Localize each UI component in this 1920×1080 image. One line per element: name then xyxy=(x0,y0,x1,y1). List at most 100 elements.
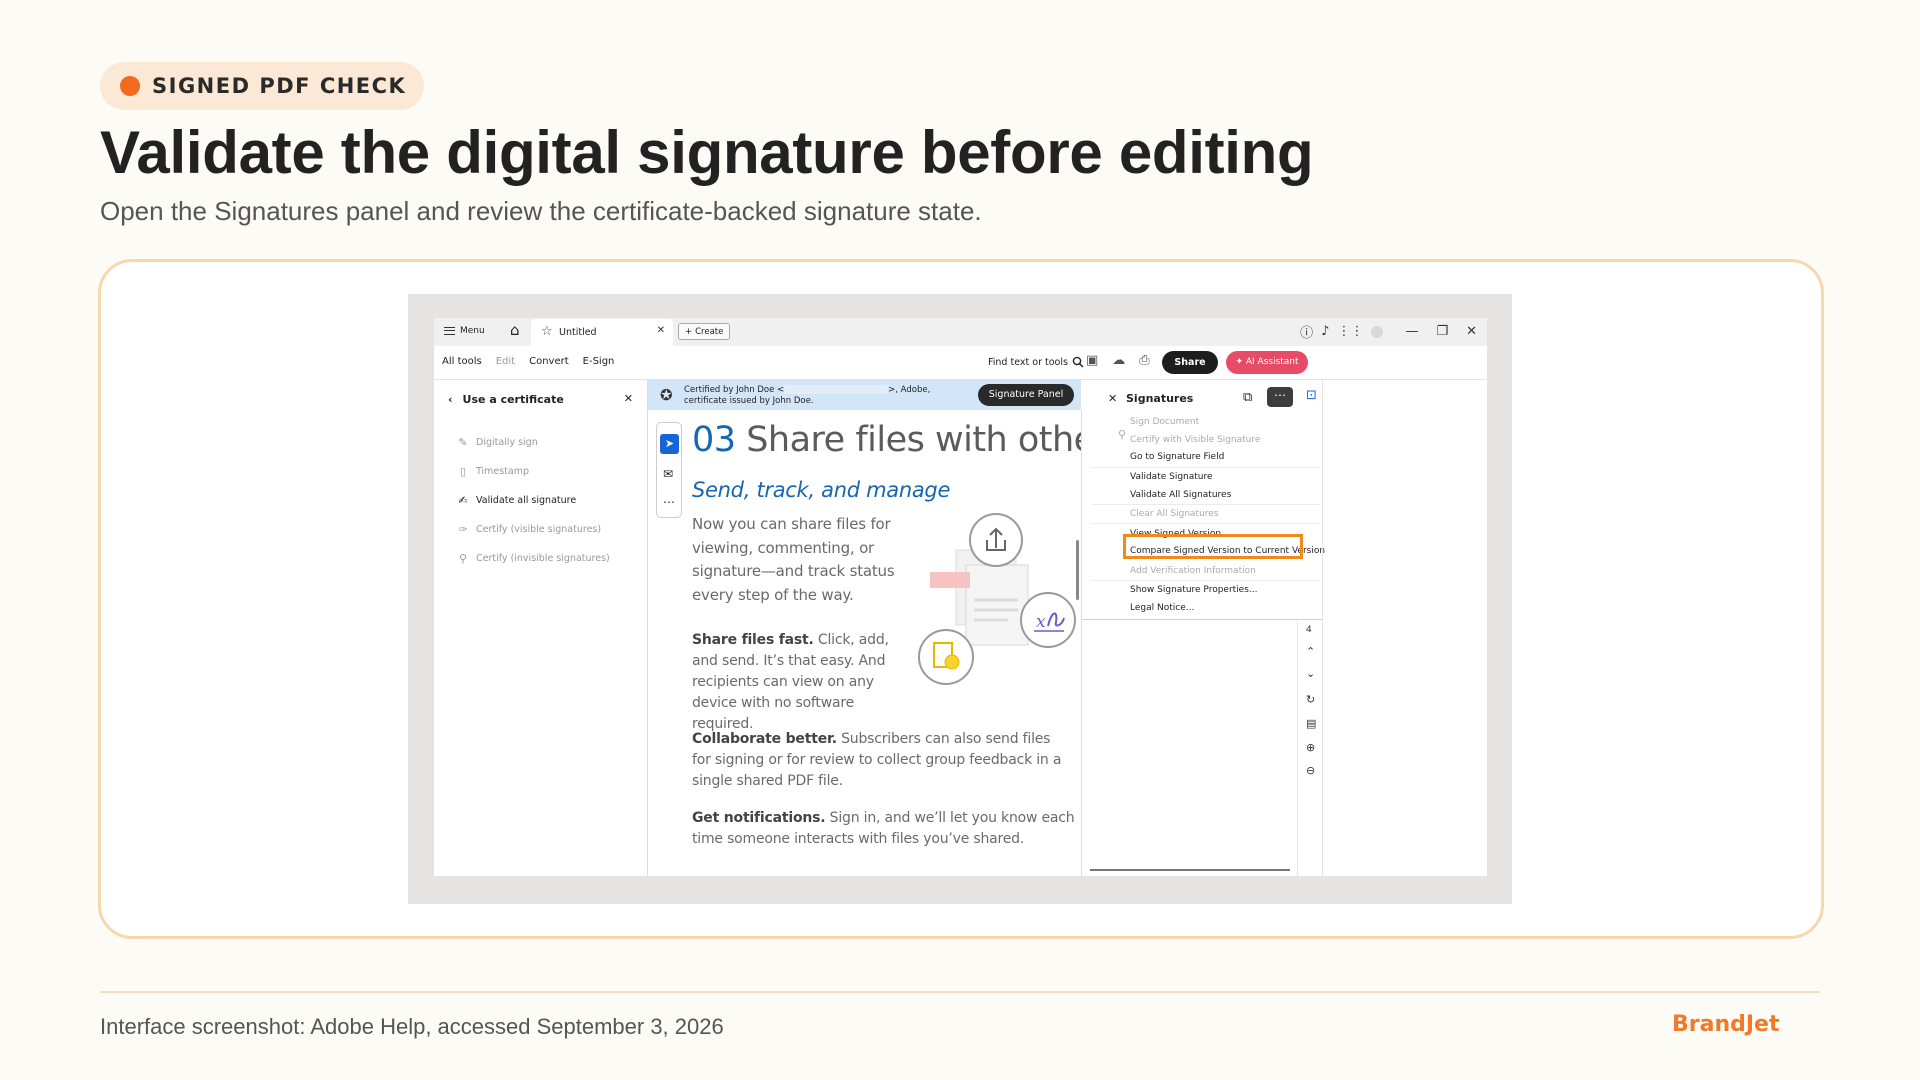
menu-all-tools[interactable]: All tools xyxy=(442,356,482,367)
signatures-title: Signatures xyxy=(1126,392,1194,405)
certification-text: Certified by John Doe < >, Adobe, certifi… xyxy=(684,385,931,406)
signatures-scrollbar[interactable] xyxy=(1090,869,1290,871)
home-icon[interactable]: ⌂ xyxy=(510,323,520,338)
pen-icon: ✎ xyxy=(458,436,468,449)
menu-edit[interactable]: Edit xyxy=(496,356,515,367)
chevron-down-icon[interactable]: ⌄ xyxy=(1306,667,1315,680)
search-icon xyxy=(1072,356,1084,368)
signatures-close-icon[interactable]: ✕ xyxy=(1108,392,1117,405)
more-options-button[interactable]: ⋯ xyxy=(1267,387,1293,407)
tool-timestamp[interactable]: ▯ Timestamp xyxy=(456,457,610,486)
menu-item-certify-visible[interactable]: Certify with Visible Signature xyxy=(1130,435,1260,445)
create-button[interactable]: + Create xyxy=(678,323,731,340)
menu-divider xyxy=(1092,580,1320,581)
window-close-icon[interactable]: ✕ xyxy=(1466,324,1477,339)
zoom-out-icon[interactable]: ⊖ xyxy=(1306,764,1315,777)
menu-esign[interactable]: E-Sign xyxy=(583,356,615,367)
apps-grid-icon[interactable]: ⋮⋮ xyxy=(1337,324,1363,339)
certificate-tools-list: ✎ Digitally sign ▯ Timestamp ✍ Validate … xyxy=(456,428,610,573)
cloud-upload-icon[interactable]: ☁ xyxy=(1112,353,1125,368)
panel-toggle-icon[interactable]: ⊡ xyxy=(1306,388,1317,403)
back-icon[interactable]: ‹ xyxy=(448,393,453,406)
save-icon[interactable]: ▣ xyxy=(1086,353,1098,368)
certificate-ribbon-icon: ✪ xyxy=(660,386,673,404)
rotate-icon[interactable]: ↻ xyxy=(1306,693,1315,706)
tool-digitally-sign[interactable]: ✎ Digitally sign xyxy=(456,428,610,457)
zoom-in-icon[interactable]: ⊕ xyxy=(1306,741,1315,754)
avatar[interactable] xyxy=(1371,325,1384,338)
main-toolbar: All tools Edit Convert E-Sign Find text … xyxy=(434,346,1487,380)
signatures-options-menu: ⚲ Sign Document Certify with Visible Sig… xyxy=(1082,414,1325,620)
comment-icon[interactable]: ✉ xyxy=(663,467,673,481)
validate-icon: ✍ xyxy=(458,494,468,507)
document-scrollbar[interactable] xyxy=(1076,540,1079,600)
signatures-list-area xyxy=(1082,620,1322,876)
minimize-icon[interactable]: — xyxy=(1405,324,1418,339)
menu-item-clear-all[interactable]: Clear All Signatures xyxy=(1130,509,1219,519)
menu-label: Menu xyxy=(460,326,485,336)
menu-item-add-verification[interactable]: Add Verification Information xyxy=(1130,566,1256,576)
certificate-panel: ‹ Use a certificate ✕ ✎ Digitally sign ▯… xyxy=(434,380,648,876)
tool-label: Validate all signature xyxy=(476,495,577,506)
help-icon[interactable]: ⓘ xyxy=(1300,322,1313,341)
tool-certify-visible[interactable]: ✑ Certify (visible signatures) xyxy=(456,515,610,544)
tool-certify-invisible[interactable]: ⚲ Certify (invisible signatures) xyxy=(456,544,610,573)
ribbon-icon: ⚲ xyxy=(458,552,468,565)
tab-bar: Menu ⌂ ☆ Untitled ✕ + Create ⓘ ♪ ⋮⋮ — ❐ … xyxy=(434,318,1487,346)
tool-label: Digitally sign xyxy=(476,437,538,448)
menu-button[interactable]: Menu xyxy=(444,326,485,336)
page-number: 4 xyxy=(1306,625,1312,635)
find-label: Find text or tools xyxy=(988,356,1068,368)
menu-item-signature-properties[interactable]: Show Signature Properties... xyxy=(1130,585,1258,595)
document-intro: Now you can share files for viewing, com… xyxy=(692,515,895,604)
restore-icon[interactable]: ❐ xyxy=(1436,324,1448,339)
share-button[interactable]: Share xyxy=(1162,351,1218,374)
tool-label: Certify (visible signatures) xyxy=(476,524,602,535)
document-subheading: Send, track, and manage xyxy=(692,478,951,502)
menu-convert[interactable]: Convert xyxy=(529,356,569,367)
menu-item-go-to-field[interactable]: Go to Signature Field xyxy=(1130,452,1224,462)
tab-document[interactable]: ☆ Untitled ✕ xyxy=(531,319,673,346)
document-section: Share files fast. Click, add, and send. … xyxy=(692,632,889,732)
more-tools-icon[interactable]: ⋯ xyxy=(663,495,676,509)
signatures-panel: ✕ Signatures ⧉ ⋯ ⊡ ⚲ Sign Document Certi… xyxy=(1082,380,1487,876)
signature-panel-button[interactable]: Signature Panel xyxy=(978,384,1074,406)
menu-item-legal-notice[interactable]: Legal Notice... xyxy=(1130,603,1194,613)
menu-divider xyxy=(1092,523,1320,524)
find-tools-button[interactable]: Find text or tools xyxy=(988,356,1084,368)
section-badge: SIGNED PDF CHECK xyxy=(100,62,425,110)
ai-assistant-label: AI Assistant xyxy=(1245,357,1299,367)
ai-assistant-button[interactable]: ✦ AI Assistant xyxy=(1226,351,1308,374)
tool-label: Timestamp xyxy=(476,466,530,477)
hamburger-icon xyxy=(444,327,455,335)
acrobat-window: Menu ⌂ ☆ Untitled ✕ + Create ⓘ ♪ ⋮⋮ — ❐ … xyxy=(434,318,1487,876)
quick-tools: ➤ ✉ ⋯ xyxy=(656,422,682,518)
page-export-icon[interactable]: ▤ xyxy=(1306,717,1316,730)
menu-item-validate-signature[interactable]: Validate Signature xyxy=(1130,472,1213,482)
document-section: Get notifications. Sign in, and we’ll le… xyxy=(692,810,1075,847)
star-icon[interactable]: ☆ xyxy=(541,324,553,339)
document-heading: 03 Share files with others xyxy=(692,420,1127,460)
source-caption: Interface screenshot: Adobe Help, access… xyxy=(100,1014,724,1039)
print-icon[interactable]: ⎙ xyxy=(1139,353,1149,368)
badge-dot xyxy=(120,76,140,96)
tool-label: Certify (invisible signatures) xyxy=(476,553,610,564)
certify-visible-icon: ✑ xyxy=(458,523,468,536)
ribbon-icon: ⚲ xyxy=(1118,428,1127,441)
signature-options-icon[interactable]: ⧉ xyxy=(1243,390,1252,405)
certificate-panel-title: Use a certificate xyxy=(462,393,564,406)
chevron-up-icon[interactable]: ⌃ xyxy=(1306,645,1315,658)
brand-logo: BrandJet xyxy=(1672,1012,1780,1037)
toolbar-icons: ▣ ☁ ⎙ xyxy=(1086,353,1150,368)
page-subtitle: Open the Signatures panel and review the… xyxy=(100,196,982,226)
menu-item-validate-all[interactable]: Validate All Signatures xyxy=(1130,490,1231,500)
menu-divider xyxy=(1092,467,1320,468)
close-icon[interactable]: ✕ xyxy=(657,325,665,336)
menu-divider xyxy=(1092,504,1320,505)
bell-icon[interactable]: ♪ xyxy=(1321,324,1329,339)
select-cursor-icon[interactable]: ➤ xyxy=(660,434,679,454)
clock-doc-icon: ▯ xyxy=(459,465,467,478)
panel-close-icon[interactable]: ✕ xyxy=(624,392,633,405)
tool-validate-all[interactable]: ✍ Validate all signature xyxy=(456,486,610,515)
menu-item-sign-document[interactable]: Sign Document xyxy=(1130,417,1199,427)
